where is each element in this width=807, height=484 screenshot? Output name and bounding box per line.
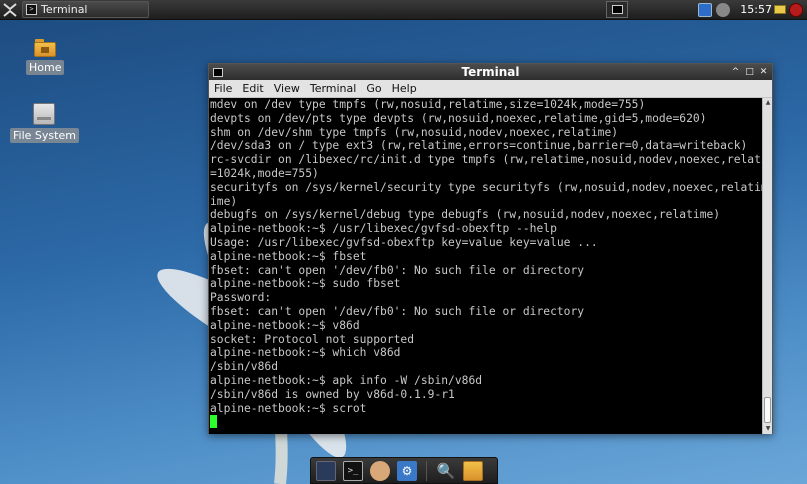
menu-bar: File Edit View Terminal Go Help xyxy=(209,80,772,98)
volume-icon[interactable] xyxy=(716,2,731,17)
menu-edit[interactable]: Edit xyxy=(237,82,268,95)
terminal-line: fbset: can't open '/dev/fb0': No such fi… xyxy=(210,304,585,318)
terminal-line: rc-svcdir on /libexec/rc/init.d type tmp… xyxy=(210,153,763,167)
desktop-icon-home[interactable]: Home xyxy=(26,39,65,75)
terminal-line: alpine-netbook:~$ apk info -W /sbin/v86d xyxy=(210,373,483,387)
web-browser-icon[interactable] xyxy=(370,460,390,481)
scrollbar-thumb[interactable] xyxy=(764,397,771,423)
terminal-line: /sbin/v86d xyxy=(210,360,279,374)
mail-icon[interactable] xyxy=(774,5,786,14)
minimize-button[interactable]: ^ xyxy=(730,67,741,78)
terminal-line: securityfs on /sys/kernel/security type … xyxy=(210,180,763,194)
file-manager-icon[interactable] xyxy=(463,460,483,481)
terminal-prompt-line xyxy=(210,415,763,429)
terminal-window: Terminal ^ □ ✕ File Edit View Terminal G… xyxy=(208,63,773,434)
drive-icon xyxy=(33,103,56,125)
terminal-line: mdev on /dev type tmpfs (rw,nosuid,relat… xyxy=(210,98,646,111)
desktop-icon-label: Home xyxy=(26,60,65,75)
close-button[interactable]: ✕ xyxy=(758,67,769,78)
workspace-switcher[interactable] xyxy=(606,1,629,18)
desktop-icon-label: File System xyxy=(10,128,79,143)
terminal-line: alpine-netbook:~$ scrot xyxy=(210,401,367,415)
terminal-line: /sbin/v86d is owned by v86d-0.1.9-r1 xyxy=(210,387,455,401)
settings-icon[interactable]: ⚙ xyxy=(397,460,417,481)
logout-icon[interactable] xyxy=(789,2,803,17)
terminal-line: socket: Protocol not supported xyxy=(210,332,415,346)
top-panel: > Terminal 15:57 xyxy=(0,0,807,20)
text-cursor xyxy=(210,415,217,429)
terminal-line: devpts on /dev/pts type devpts (rw,nosui… xyxy=(210,111,707,125)
menu-go[interactable]: Go xyxy=(361,82,386,95)
terminal-line: Usage: /usr/libexec/gvfsd-obexftp key=va… xyxy=(210,235,598,249)
terminal-line: alpine-netbook:~$ /usr/libexec/gvfsd-obe… xyxy=(210,222,557,236)
show-desktop-icon[interactable] xyxy=(316,460,336,481)
menu-file[interactable]: File xyxy=(209,82,237,95)
terminal-line: alpine-netbook:~$ fbset xyxy=(210,249,367,263)
bottom-dock: >_ ⚙ 🔍 xyxy=(310,457,498,484)
terminal-launcher-icon[interactable]: >_ xyxy=(343,460,363,481)
terminal-output[interactable]: mdev on /dev type tmpfs (rw,nosuid,relat… xyxy=(209,98,763,434)
window-title: Terminal xyxy=(461,65,520,79)
terminal-line: Password: xyxy=(210,291,272,305)
dock-separator xyxy=(426,460,427,481)
menu-view[interactable]: View xyxy=(269,82,305,95)
scroll-up-icon[interactable]: ▲ xyxy=(764,99,772,107)
home-folder-icon xyxy=(34,39,57,57)
menu-help[interactable]: Help xyxy=(387,82,422,95)
maximize-button[interactable]: □ xyxy=(744,67,755,78)
terminal-line: ime) xyxy=(210,194,238,208)
system-tray: 15:57 xyxy=(606,0,807,20)
terminal-line: /dev/sda3 on / type ext3 (rw,relatime,er… xyxy=(210,139,748,153)
taskbar-terminal-label: Terminal xyxy=(41,3,88,16)
clock[interactable]: 15:57 xyxy=(740,3,772,16)
terminal-line: shm on /dev/shm type tmpfs (rw,nosuid,no… xyxy=(210,125,619,139)
scroll-down-icon[interactable]: ▼ xyxy=(764,425,772,433)
desktop-icon-file-system[interactable]: File System xyxy=(10,103,79,143)
network-icon[interactable] xyxy=(698,2,713,17)
terminal-line: alpine-netbook:~$ sudo fbset xyxy=(210,277,401,291)
terminal-line: alpine-netbook:~$ v86d xyxy=(210,318,360,332)
applications-menu-icon[interactable] xyxy=(0,0,20,20)
window-titlebar[interactable]: Terminal ^ □ ✕ xyxy=(209,64,772,80)
terminal-line: =1024k,mode=755) xyxy=(210,166,319,180)
search-icon[interactable]: 🔍 xyxy=(436,461,456,481)
terminal-line: fbset: can't open '/dev/fb0': No such fi… xyxy=(210,263,585,277)
taskbar-terminal-button[interactable]: > Terminal xyxy=(22,1,149,18)
terminal-line: alpine-netbook:~$ which v86d xyxy=(210,346,401,360)
menu-terminal[interactable]: Terminal xyxy=(305,82,362,95)
vertical-scrollbar[interactable]: ▲ ▼ xyxy=(762,98,772,434)
terminal-line: debugfs on /sys/kernel/debug type debugf… xyxy=(210,208,721,222)
terminal-icon: > xyxy=(26,4,37,15)
